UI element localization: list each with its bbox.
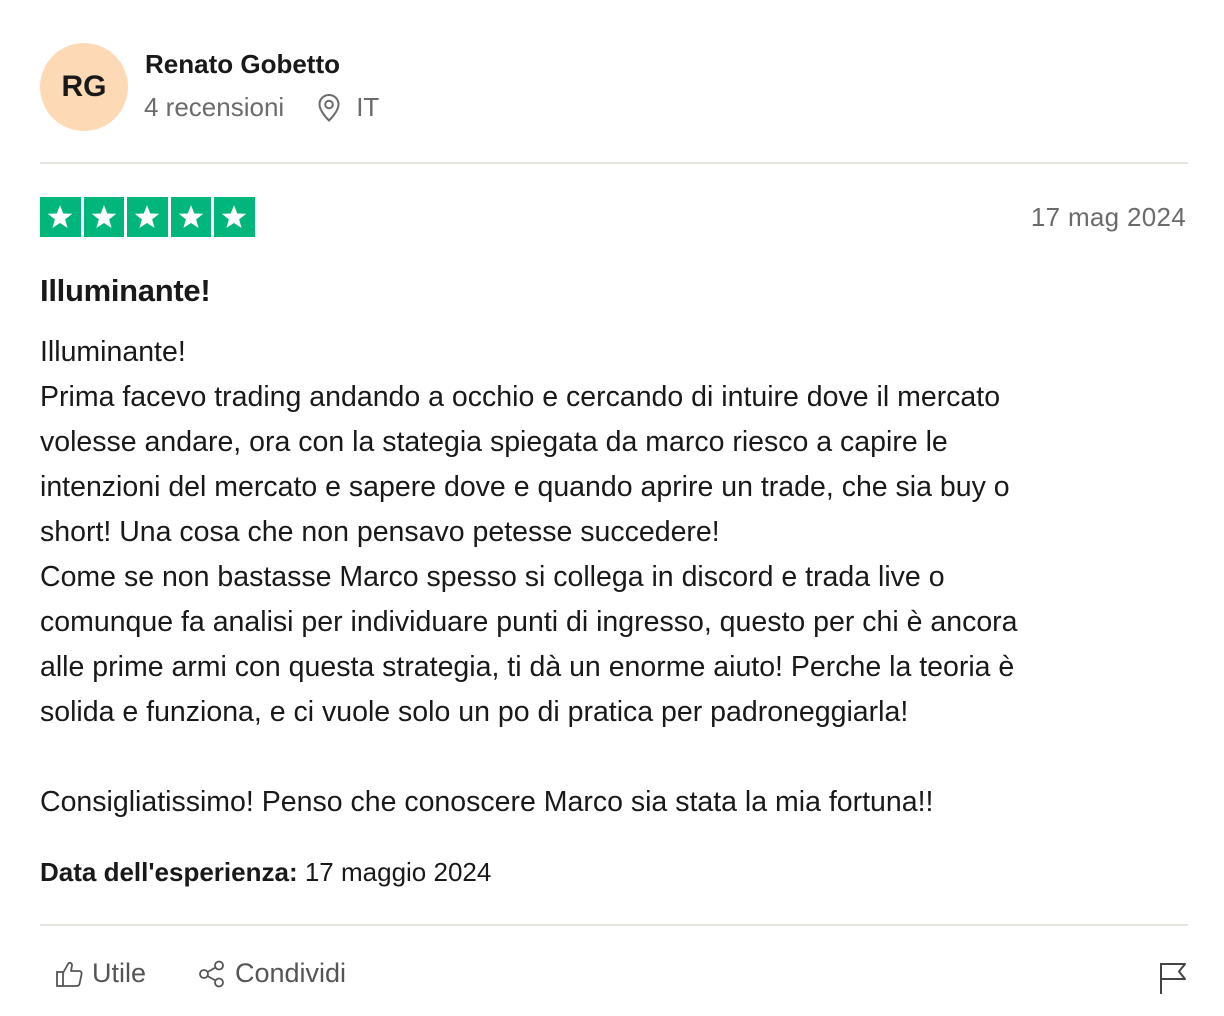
location-pin-icon bbox=[318, 93, 340, 122]
review-line: intenzioni del mercato e sapere dove e q… bbox=[40, 471, 1010, 503]
experience-date-label: Data dell'esperienza: bbox=[40, 857, 298, 887]
reviewer-meta: 4 recensioni IT bbox=[144, 92, 379, 123]
useful-button[interactable]: Utile bbox=[54, 958, 146, 989]
share-button[interactable]: Condividi bbox=[197, 958, 346, 989]
review-line: short! Una cosa che non pensavo petesse … bbox=[40, 516, 720, 548]
review-line: Illuminante! bbox=[40, 336, 186, 368]
review-line: alle prime armi con questa strategia, ti… bbox=[40, 651, 1015, 683]
thumbs-up-icon bbox=[56, 961, 83, 987]
review-line: Prima facevo trading andando a occhio e … bbox=[40, 381, 1001, 413]
review-line: Consigliatissimo! Penso che conoscere Ma… bbox=[40, 786, 934, 818]
reviewer-name[interactable]: Renato Gobetto bbox=[145, 49, 340, 80]
review-body: Illuminante! Prima facevo trading andand… bbox=[40, 330, 1190, 825]
reviews-count: 4 recensioni bbox=[144, 92, 285, 122]
review-line: solida e funziona, e ci vuole solo un po… bbox=[40, 696, 909, 728]
useful-label: Utile bbox=[92, 958, 147, 988]
review-date: 17 mag 2024 bbox=[1030, 202, 1186, 232]
share-icon bbox=[199, 960, 224, 987]
review-line: comunque fa analisi per individuare punt… bbox=[40, 606, 1018, 638]
review-card: RG Renato Gobetto 4 recensioni IT 17 mag… bbox=[0, 0, 1224, 1016]
review-title[interactable]: Illuminante! bbox=[40, 273, 211, 309]
star-icon bbox=[170, 197, 211, 237]
experience-date: Data dell'esperienza: 17 maggio 2024 bbox=[40, 857, 491, 888]
star-icon bbox=[127, 197, 168, 237]
avatar-initials: RG bbox=[61, 70, 107, 103]
experience-date-value: 17 maggio 2024 bbox=[297, 857, 492, 887]
divider bbox=[40, 924, 1188, 926]
country-code: IT bbox=[356, 92, 380, 122]
divider bbox=[40, 162, 1188, 164]
star-icon bbox=[83, 197, 124, 237]
avatar[interactable]: RG bbox=[40, 43, 128, 131]
flag-icon[interactable] bbox=[1156, 960, 1190, 996]
star-rating bbox=[40, 197, 255, 237]
star-icon bbox=[214, 197, 255, 237]
star-icon bbox=[40, 197, 81, 237]
review-line: volesse andare, ora con la stategia spie… bbox=[40, 426, 948, 458]
share-label: Condividi bbox=[235, 958, 347, 988]
review-line: Come se non bastasse Marco spesso si col… bbox=[40, 561, 945, 593]
